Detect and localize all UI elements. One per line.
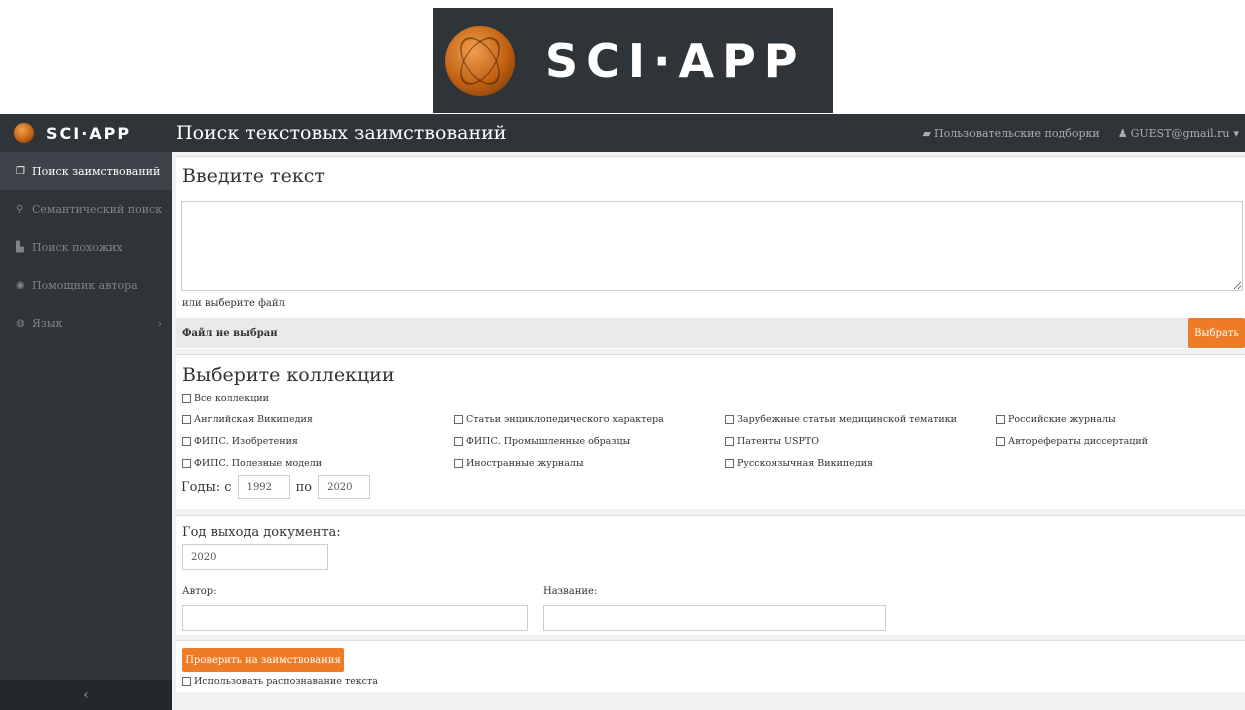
collection-checkbox[interactable]: Зарубежные статьи медицинской тематики bbox=[725, 414, 957, 425]
checkbox-label: ФИПС. Промышленные образцы bbox=[466, 436, 631, 447]
years-from-label: Годы: с bbox=[181, 479, 232, 495]
globe-icon: ◍ bbox=[16, 317, 25, 329]
globe-icon bbox=[14, 123, 34, 143]
checkbox-box bbox=[996, 437, 1005, 446]
checkbox-box bbox=[725, 459, 734, 468]
navbar-logo-text: SCI·APP bbox=[46, 123, 132, 143]
top-navbar: SCI·APP Поиск текстовых заимствований ▰ П… bbox=[0, 114, 1245, 152]
or-file-label: или выберите файл bbox=[182, 298, 285, 309]
author-input[interactable] bbox=[182, 605, 528, 631]
checkbox-box bbox=[454, 459, 463, 468]
checkbox-box bbox=[182, 459, 191, 468]
collection-checkbox[interactable]: Русскоязычная Википедия bbox=[725, 458, 873, 469]
file-picker[interactable]: Файл не выбран Выбрать bbox=[176, 318, 1245, 348]
checkbox-box bbox=[454, 415, 463, 424]
checkbox-label: Все коллекции bbox=[194, 393, 270, 404]
sidebar-item-semantic-search[interactable]: ⚲ Семантический поиск bbox=[0, 190, 172, 228]
choose-file-button[interactable]: Выбрать bbox=[1188, 318, 1245, 348]
checkbox-label: Патенты USPTO bbox=[737, 436, 820, 447]
sidebar-item-author-assistant[interactable]: ◉ Помощник автора bbox=[0, 266, 172, 304]
collections-panel: Выберите коллекции Все коллекции Английс… bbox=[176, 354, 1245, 509]
checkbox-label: Использовать распознавание текста bbox=[194, 676, 378, 687]
sidebar-item-plagiarism-search[interactable]: ❐ Поиск заимствований bbox=[0, 152, 172, 190]
collection-checkbox[interactable]: Статьи энциклопедического характера bbox=[454, 414, 664, 425]
collections-heading: Выберите коллекции bbox=[182, 364, 395, 386]
user-icon: ♟ bbox=[1117, 126, 1128, 140]
book-icon: ▰ bbox=[922, 126, 931, 140]
file-status: Файл не выбран bbox=[182, 327, 278, 339]
main-content: Введите текст или выберите файл Файл не … bbox=[172, 152, 1245, 710]
sidebar-item-label: Язык bbox=[32, 316, 63, 330]
filters-panel: Год выхода документа: 2020 Автор: Назван… bbox=[176, 515, 1245, 635]
collection-checkbox[interactable]: Иностранные журналы bbox=[454, 458, 584, 469]
checkbox-box bbox=[725, 415, 734, 424]
collection-checkbox[interactable]: ФИПС. Полезные модели bbox=[182, 458, 322, 469]
text-heading: Введите текст bbox=[182, 165, 325, 187]
collection-checkbox[interactable]: ФИПС. Промышленные образцы bbox=[454, 436, 630, 447]
search-icon: ⚲ bbox=[16, 203, 24, 215]
collection-checkbox[interactable]: ФИПС. Изобретения bbox=[182, 436, 298, 447]
navbar-logo[interactable]: SCI·APP bbox=[0, 123, 172, 143]
title-input[interactable] bbox=[543, 605, 886, 631]
text-input[interactable] bbox=[181, 201, 1243, 291]
copy-icon: ❐ bbox=[16, 165, 25, 177]
chevron-right-icon: › bbox=[157, 316, 162, 330]
collection-checkbox[interactable]: Российские журналы bbox=[996, 414, 1116, 425]
user-collections-label: Пользовательские подборки bbox=[933, 126, 1100, 140]
checkbox-label: Русскоязычная Википедия bbox=[737, 458, 874, 469]
checkbox-label: ФИПС. Изобретения bbox=[194, 436, 298, 447]
sidebar: ❐ Поиск заимствований ⚲ Семантический по… bbox=[0, 152, 172, 710]
publication-year-label: Год выхода документа: bbox=[182, 525, 341, 540]
checkbox-label: Авторефераты диссертаций bbox=[1008, 436, 1149, 447]
ocr-checkbox[interactable]: Использовать распознавание текста bbox=[182, 676, 378, 687]
user-collections-link[interactable]: ▰ Пользовательские подборки bbox=[923, 127, 1100, 140]
checkbox-box bbox=[182, 415, 191, 424]
checkbox-label: Иностранные журналы bbox=[466, 458, 584, 469]
checkbox-label: Зарубежные статьи медицинской тематики bbox=[737, 414, 957, 425]
sidebar-item-label: Поиск похожих bbox=[32, 240, 123, 254]
checkbox-box bbox=[996, 415, 1005, 424]
brand-banner: SCI·APP bbox=[433, 8, 833, 113]
checkbox-box bbox=[182, 437, 191, 446]
year-from-input[interactable]: 1992 bbox=[237, 475, 290, 499]
banner-logo-text: SCI·APP bbox=[545, 33, 806, 88]
checkbox-box bbox=[182, 394, 191, 403]
sidebar-collapse-button[interactable]: ‹ bbox=[0, 680, 172, 710]
publication-year-input[interactable]: 2020 bbox=[182, 544, 328, 570]
sidebar-item-similar-search[interactable]: ▙ Поиск похожих bbox=[0, 228, 172, 266]
all-collections-checkbox[interactable]: Все коллекции bbox=[182, 393, 269, 404]
checkbox-box bbox=[725, 437, 734, 446]
sidebar-item-label: Помощник автора bbox=[32, 278, 138, 292]
checkbox-label: ФИПС. Полезные модели bbox=[194, 458, 323, 469]
collection-checkbox[interactable]: Патенты USPTO bbox=[725, 436, 819, 447]
checkbox-label: Английская Википедия bbox=[194, 414, 313, 425]
collection-checkbox[interactable]: Авторефераты диссертаций bbox=[996, 436, 1148, 447]
actions-panel: Проверить на заимствования Использовать … bbox=[176, 640, 1245, 692]
user-email: GUEST@gmail.ru bbox=[1130, 126, 1230, 140]
checkbox-label: Российские журналы bbox=[1008, 414, 1116, 425]
page-title: Поиск текстовых заимствований bbox=[176, 122, 507, 144]
years-to-label: по bbox=[295, 479, 313, 495]
title-label: Название: bbox=[543, 586, 598, 597]
user-menu[interactable]: ♟ GUEST@gmail.ru ▾ bbox=[1118, 127, 1239, 140]
collection-checkbox[interactable]: Английская Википедия bbox=[182, 414, 313, 425]
checkbox-box bbox=[182, 677, 191, 686]
text-input-panel: Введите текст или выберите файл Файл не … bbox=[176, 156, 1245, 349]
file-icon: ▙ bbox=[16, 241, 24, 253]
check-plagiarism-button[interactable]: Проверить на заимствования bbox=[182, 648, 344, 672]
eye-icon: ◉ bbox=[16, 279, 25, 291]
sidebar-item-language[interactable]: ◍ Язык › bbox=[0, 304, 172, 342]
sidebar-item-label: Семантический поиск bbox=[32, 202, 163, 216]
checkbox-label: Статьи энциклопедического характера bbox=[466, 414, 664, 425]
author-label: Автор: bbox=[182, 586, 217, 597]
sidebar-item-label: Поиск заимствований bbox=[32, 164, 161, 178]
checkbox-box bbox=[454, 437, 463, 446]
caret-down-icon: ▾ bbox=[1233, 126, 1239, 140]
globe-logo-icon bbox=[445, 25, 515, 96]
years-range: Годы: с 1992 по 2020 bbox=[181, 475, 376, 499]
year-to-input[interactable]: 2020 bbox=[318, 475, 371, 499]
